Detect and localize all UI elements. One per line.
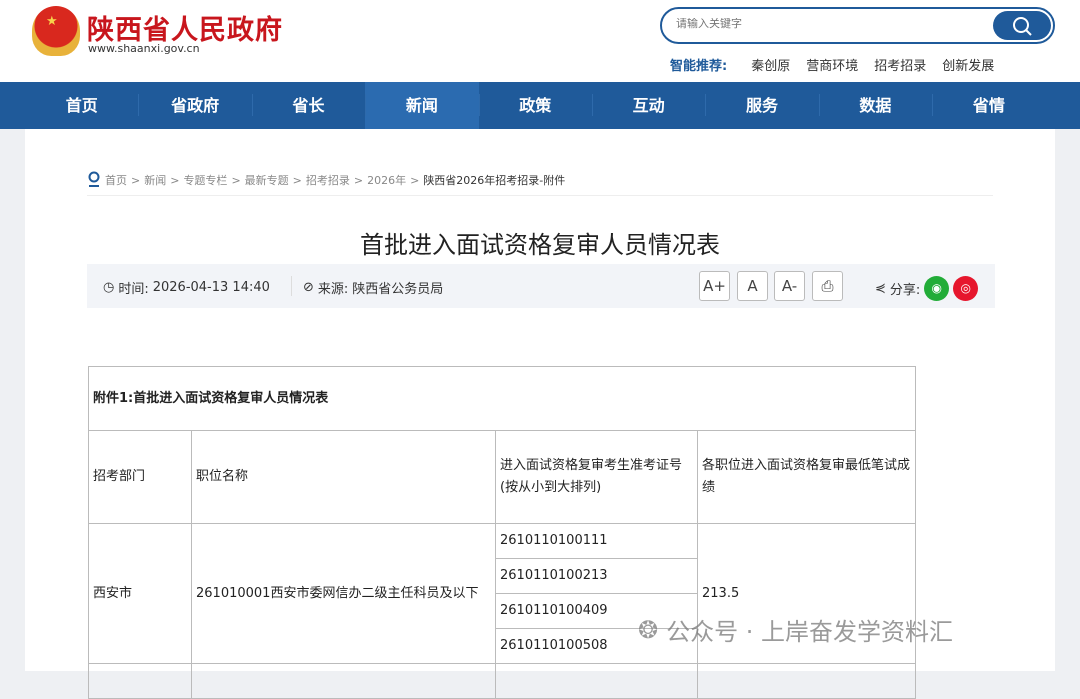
nav-government[interactable]: 省政府 bbox=[138, 82, 251, 129]
font-decrease-button[interactable]: A- bbox=[774, 271, 805, 301]
location-icon bbox=[88, 171, 100, 187]
exam-id-cell: 2610110100111 bbox=[495, 523, 698, 559]
search-button[interactable] bbox=[993, 11, 1051, 40]
site-header: ★ 陕西省人民政府 www.shaanxi.gov.cn 智能推荐: 秦创原 营… bbox=[0, 0, 1080, 82]
wechat-icon: ❂ bbox=[638, 615, 659, 644]
column-header: 各职位进入面试资格复审最低笔试成绩 bbox=[697, 430, 916, 524]
nav-data[interactable]: 数据 bbox=[818, 82, 932, 129]
nav-interaction[interactable]: 互动 bbox=[591, 82, 705, 129]
weibo-share-icon[interactable]: ◎ bbox=[953, 276, 979, 301]
share-area: ⋞ 分享: ◉ ◎ bbox=[875, 276, 979, 301]
source-label: 来源: bbox=[317, 282, 349, 297]
recommend-keyword[interactable]: 营商环境 bbox=[806, 55, 858, 74]
font-increase-button[interactable]: A+ bbox=[699, 271, 730, 301]
site-url: www.shaanxi.gov.cn bbox=[88, 42, 200, 55]
position-cell: 261010001西安市委网信办二级主任科员及以下 bbox=[191, 523, 496, 664]
divider bbox=[87, 195, 993, 196]
breadcrumb-year[interactable]: 2026年 bbox=[367, 172, 406, 188]
content-area: 首页 > 新闻 > 专题专栏 > 最新专题 > 招考招录 > 2026年 > 陕西省2026… bbox=[25, 129, 1055, 699]
search-input[interactable] bbox=[676, 18, 976, 30]
search-icon bbox=[1013, 16, 1032, 36]
nav-governor[interactable]: 省长 bbox=[251, 82, 365, 129]
table-caption: 附件1:首批进入面试资格复审人员情况表 bbox=[88, 366, 916, 431]
clock-icon: ◷ bbox=[103, 280, 115, 295]
font-reset-button[interactable]: A bbox=[737, 271, 768, 301]
column-header: 职位名称 bbox=[191, 430, 496, 524]
time-label: 时间: bbox=[118, 282, 149, 297]
breadcrumb: 首页 > 新闻 > 专题专栏 > 最新专题 > 招考招录 > 2026年 > 陕西省2026… bbox=[87, 171, 565, 189]
divider bbox=[291, 276, 292, 296]
smart-recommend: 智能推荐: 秦创原 营商环境 招考招录 创新发展 bbox=[670, 55, 1010, 74]
share-label: 分享: bbox=[889, 283, 921, 298]
nav-province-info[interactable]: 省情 bbox=[932, 82, 1045, 129]
source: 陕西省公务员局 bbox=[352, 282, 444, 297]
breadcrumb-current: 陕西省2026年招考招录-附件 bbox=[423, 174, 566, 187]
candidate-table: 附件1:首批进入面试资格复审人员情况表 招考部门 职位名称 进入面试资格复审考生… bbox=[88, 366, 916, 699]
compass-icon: ⊘ bbox=[303, 280, 314, 295]
breadcrumb-special[interactable]: 专题专栏 bbox=[183, 172, 227, 188]
exam-id-cell: 2610110100213 bbox=[495, 558, 698, 594]
nav-home[interactable]: 首页 bbox=[25, 82, 138, 129]
national-emblem-logo: ★ bbox=[32, 6, 80, 56]
nav-news[interactable]: 新闻 bbox=[365, 82, 479, 129]
publish-time: 2026-04-13 14:40 bbox=[152, 280, 270, 295]
print-button[interactable]: ⎙ bbox=[812, 271, 843, 301]
column-header: 招考部门 bbox=[88, 430, 192, 524]
dept-cell: 西安市 bbox=[88, 523, 192, 664]
nav-service[interactable]: 服务 bbox=[705, 82, 818, 129]
watermark-text: 公众号 · 上岸奋发学资料汇 bbox=[666, 618, 953, 646]
search-box bbox=[660, 7, 1055, 44]
main-nav: 首页 省政府 省长 新闻 政策 互动 服务 数据 省情 bbox=[0, 82, 1080, 129]
column-header: 进入面试资格复审考生准考证号(按从小到大排列) bbox=[495, 430, 698, 524]
recommend-keyword[interactable]: 招考招录 bbox=[874, 55, 926, 74]
recommend-label: 智能推荐: bbox=[670, 59, 728, 74]
breadcrumb-news[interactable]: 新闻 bbox=[144, 172, 166, 188]
article-title: 首批进入面试资格复审人员情况表 bbox=[360, 231, 720, 259]
breadcrumb-latest[interactable]: 最新专题 bbox=[245, 172, 289, 188]
breadcrumb-recruit[interactable]: 招考招录 bbox=[306, 172, 350, 188]
recommend-keyword[interactable]: 秦创原 bbox=[751, 55, 790, 74]
wechat-share-icon[interactable]: ◉ bbox=[924, 276, 950, 301]
share-icon: ⋞ bbox=[875, 281, 886, 296]
article-meta-bar: ◷ 时间: 2026-04-13 14:40 ⊘ 来源: 陕西省公务员局 A+ A A-… bbox=[87, 264, 995, 308]
printer-icon: ⎙ bbox=[821, 277, 834, 295]
recommend-keyword[interactable]: 创新发展 bbox=[942, 55, 994, 74]
breadcrumb-home[interactable]: 首页 bbox=[105, 172, 127, 188]
nav-policy[interactable]: 政策 bbox=[478, 82, 592, 129]
watermark: ❂ 公众号 · 上岸奋发学资料汇 bbox=[638, 612, 953, 647]
